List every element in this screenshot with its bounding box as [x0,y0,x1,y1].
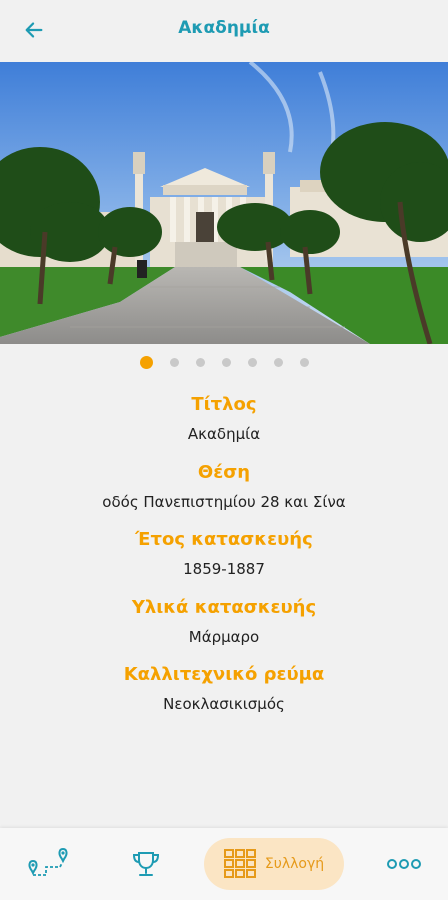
academy-photo [0,62,448,344]
nav-trophy-button[interactable] [120,838,172,890]
nav-collection-button[interactable]: Συλλογή [204,838,344,890]
field-location: Θέση οδός Πανεπιστημίου 28 και Σίνα [0,460,448,528]
page-title: Ακαδημία [178,18,270,38]
nav-map-button[interactable] [22,838,74,890]
screen: Ακαδημία Τίτλος Ακαδημία Θέση οδός Πανεπ… [0,0,448,900]
field-value: Μάρμαρο [188,627,260,646]
field-construction-year: Έτος κατασκευής 1859-1887 [0,527,448,595]
field-label: Τίτλος [191,394,257,415]
carousel-dot-3[interactable] [195,358,205,367]
field-art-movement: Καλλιτεχνικό ρεύμα Νεοκλασικισμός [0,662,448,730]
trophy-icon [132,852,160,876]
field-label: Υλικά κατασκευής [131,596,317,618]
field-value: 1859-1887 [183,560,265,578]
carousel-dot-4[interactable] [221,358,231,367]
carousel-dot-6[interactable] [273,358,283,367]
carousel-dots [0,356,448,369]
nav-more-button[interactable] [378,838,430,890]
details-section: Τίτλος Ακαδημία Θέση οδός Πανεπιστημίου … [0,392,448,730]
carousel-dot-2[interactable] [169,358,179,367]
field-title: Τίτλος Ακαδημία [0,392,448,460]
field-materials: Υλικά κατασκευής Μάρμαρο [0,595,448,663]
field-value: οδός Πανεπιστημίου 28 και Σίνα [102,492,346,511]
map-route-icon [28,847,68,876]
carousel-dot-5[interactable] [247,358,257,367]
carousel-dot-1[interactable] [139,356,153,369]
field-value: Νεοκλασικισμός [163,695,285,713]
carousel-dot-7[interactable] [299,358,309,367]
field-label: Έτος κατασκευής [135,529,313,550]
nav-collection-label: Συλλογή [264,856,325,872]
field-label: Καλλιτεχνικό ρεύμα [123,664,325,685]
field-value: Ακαδημία [187,425,261,443]
grid-icon [223,849,256,878]
field-label: Θέση [197,461,251,483]
bottom-nav: Συλλογή [0,828,448,900]
more-dots-icon [387,859,421,869]
top-bar: Ακαδημία [0,0,448,62]
hero-image[interactable] [0,62,448,344]
